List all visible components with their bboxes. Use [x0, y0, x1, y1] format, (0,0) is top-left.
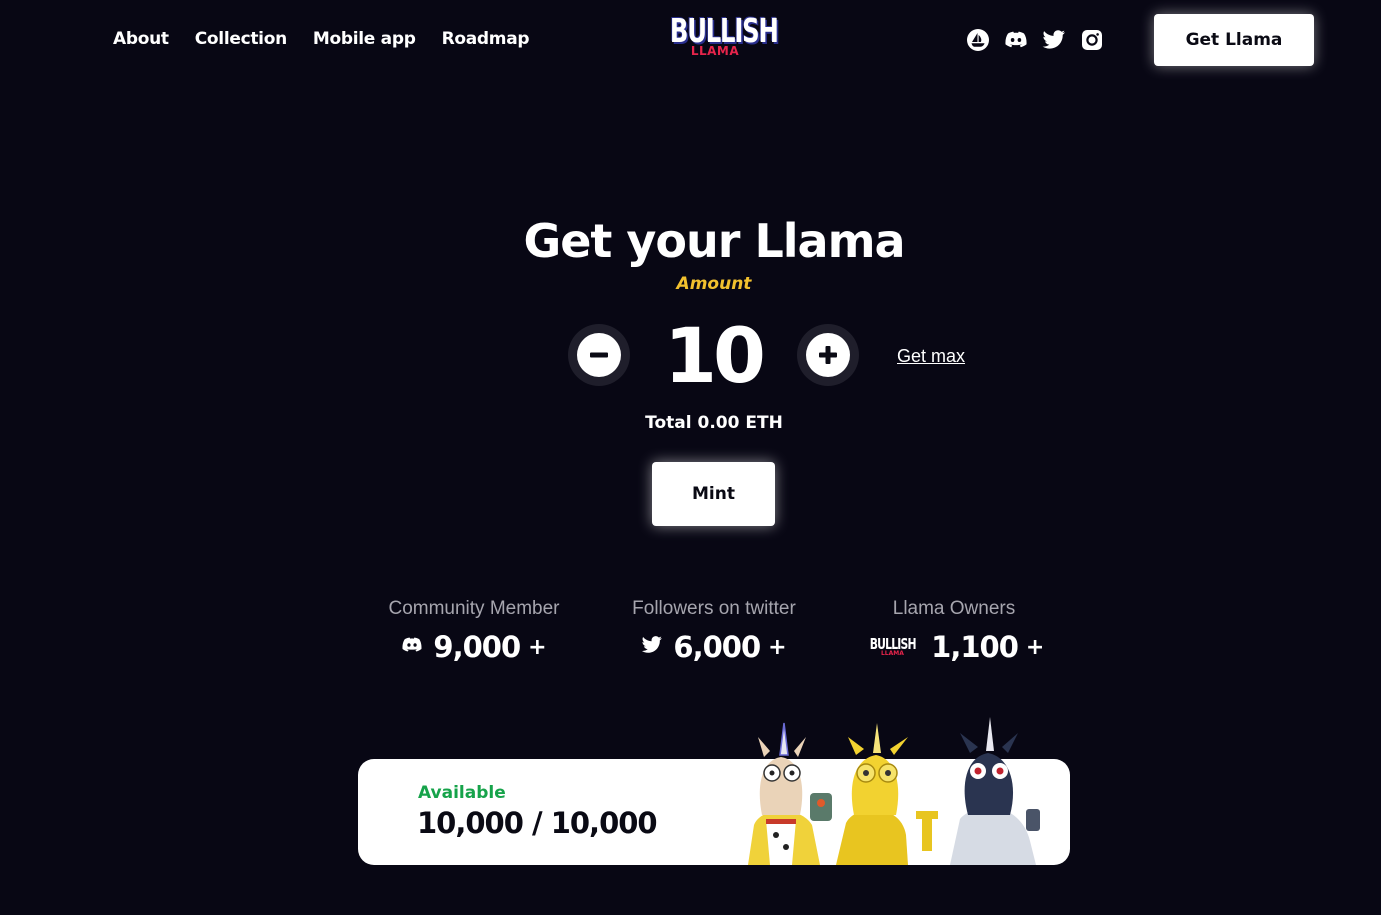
nav-link-collection[interactable]: Collection — [195, 29, 287, 49]
stat-label: Followers on twitter — [632, 598, 796, 619]
stat-community-members: Community Member 9,000 + — [354, 598, 594, 664]
page: About Collection Mobile app Roadmap BULL… — [0, 0, 1381, 915]
llama-navy-image — [950, 717, 1040, 865]
nav-link-roadmap[interactable]: Roadmap — [442, 29, 530, 49]
llama-cowboy-image — [748, 722, 832, 865]
nav-links: About Collection Mobile app Roadmap — [113, 29, 530, 49]
stat-twitter-followers: Followers on twitter 6,000 + — [594, 598, 834, 664]
stat-number: 1,100 — [931, 630, 1019, 664]
amount-value: 10 — [664, 311, 766, 400]
twitter-icon[interactable] — [1042, 28, 1066, 52]
available-count: 10,000 / 10,000 — [417, 806, 658, 840]
increase-amount-button[interactable] — [797, 324, 859, 386]
stat-value-row: 9,000 + — [354, 630, 594, 664]
get-max-link[interactable]: Get max — [897, 346, 965, 367]
stat-number: 9,000 — [433, 630, 521, 664]
plus-icon — [806, 333, 850, 377]
stat-value-row: 6,000 + — [594, 630, 834, 664]
stat-number: 6,000 — [673, 630, 761, 664]
discord-icon[interactable] — [1004, 28, 1028, 52]
social-links — [966, 28, 1104, 52]
stat-llama-owners: Llama Owners BULLISH LLAMA 1,100 + — [834, 598, 1074, 664]
brand-logo[interactable]: BULLISH LLAMA — [660, 11, 779, 66]
get-llama-button[interactable]: Get Llama — [1154, 14, 1314, 66]
top-nav: About Collection Mobile app Roadmap BULL… — [0, 0, 1381, 80]
twitter-icon — [641, 636, 663, 658]
decrease-amount-button[interactable] — [568, 324, 630, 386]
instagram-icon[interactable] — [1080, 28, 1104, 52]
nav-link-mobile-app[interactable]: Mobile app — [313, 29, 416, 49]
mini-logo-top: BULLISH — [869, 635, 916, 653]
llama-golden-image — [836, 723, 938, 865]
logo-wordmark-top: BULLISH — [669, 11, 779, 50]
stat-value-row: BULLISH LLAMA 1,100 + — [834, 630, 1074, 664]
nav-link-about[interactable]: About — [113, 29, 169, 49]
mint-button[interactable]: Mint — [652, 462, 775, 526]
stat-label: Community Member — [388, 598, 560, 619]
stat-label: Llama Owners — [892, 598, 1016, 619]
stat-suffix: + — [768, 634, 787, 660]
llama-illustration — [736, 715, 1056, 865]
minus-icon — [577, 333, 621, 377]
amount-label: Amount — [676, 274, 752, 294]
opensea-icon[interactable] — [966, 28, 990, 52]
available-label: Available — [418, 783, 506, 803]
stat-suffix: + — [1025, 634, 1045, 660]
page-title: Get your Llama — [523, 214, 905, 268]
stat-suffix: + — [528, 634, 547, 660]
bullish-llama-logo: BULLISH LLAMA — [864, 637, 921, 657]
discord-icon — [401, 636, 423, 658]
total-price: Total 0.00 ETH — [645, 413, 783, 433]
